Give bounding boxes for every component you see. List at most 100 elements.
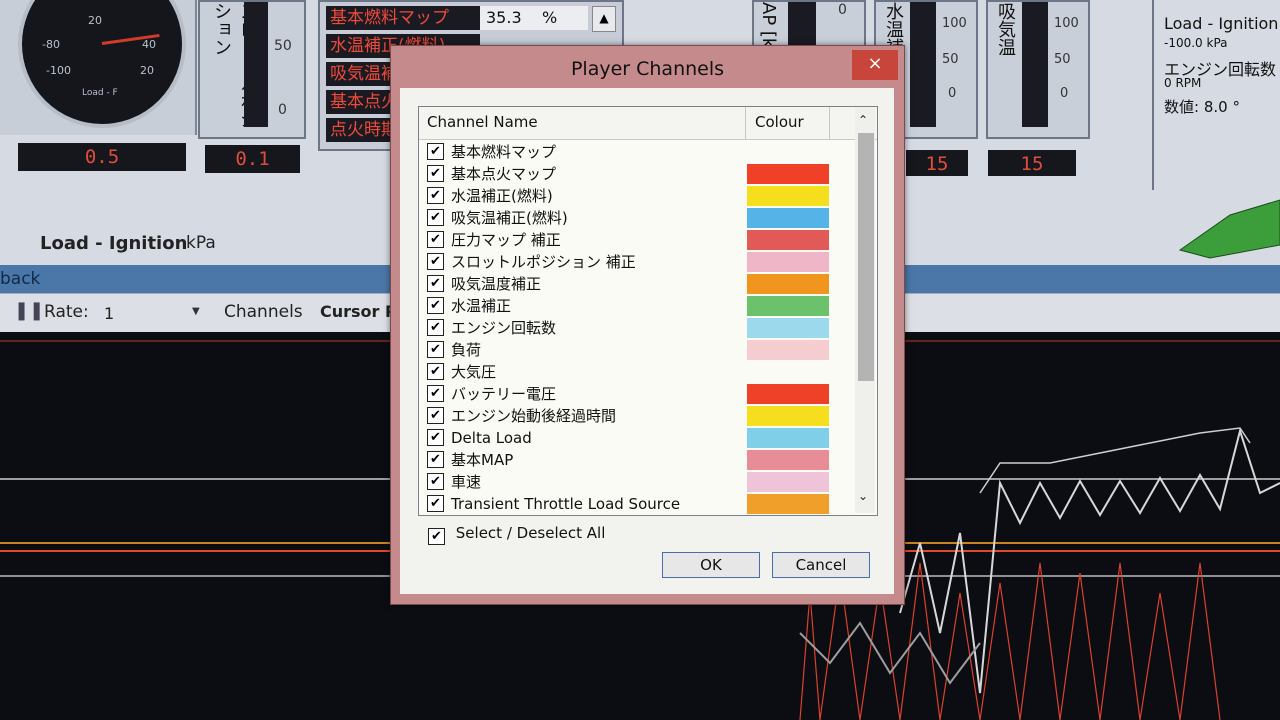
table-value-cell[interactable]: 35.3 % [480,6,588,30]
channel-checkbox[interactable]: ✔ [427,143,444,160]
channel-checkbox[interactable]: ✔ [427,341,444,358]
rate-select[interactable]: 1 ▼ [100,302,206,324]
player-channels-dialog: Player Channels × Channel Name Colour ✔ 基… [390,45,905,605]
checkbox[interactable]: ✔ [428,528,445,545]
channel-row[interactable]: ✔ エンジン始動後経過時間 [425,405,845,427]
colour-swatch[interactable] [747,296,829,316]
colour-swatch[interactable] [747,406,829,426]
channel-name: Delta Load [451,429,532,447]
intake-temp-readout: 15 [988,150,1076,176]
select-all-label: Select / Deselect All [455,524,606,542]
colour-swatch[interactable] [747,494,829,514]
channels-button[interactable]: Channels [224,302,303,322]
table-scroll-up[interactable]: ▲ [592,6,616,32]
3d-map-preview [1178,199,1280,259]
water-temp-bar [910,2,936,127]
channel-name: 吸気温度補正 [451,275,542,293]
channel-row[interactable]: ✔ 基本燃料マップ [425,141,845,163]
channel-row[interactable]: ✔ Transient Throttle Load Source [425,493,845,515]
close-icon[interactable]: × [852,50,898,80]
colour-swatch[interactable] [747,318,829,338]
cancel-button[interactable]: Cancel [772,552,870,578]
channel-name: 負荷 [451,341,482,359]
throttle-tick: 50 [274,38,292,54]
throttle-bar [244,2,268,127]
scroll-down-icon[interactable]: ⌄ [858,489,868,503]
channel-name: 基本MAP [451,451,514,469]
colour-swatch[interactable] [747,208,829,228]
colour-swatch[interactable] [747,252,829,272]
rate-label: Rate: [44,302,89,322]
channel-checkbox[interactable]: ✔ [427,187,444,204]
colour-swatch[interactable] [747,274,829,294]
channel-row[interactable]: ✔ 負荷 [425,339,845,361]
intake-temp-tick: 100 [1054,16,1079,31]
channel-checkbox[interactable]: ✔ [427,473,444,490]
channel-row[interactable]: ✔ 基本MAP [425,449,845,471]
channel-row[interactable]: ✔ Delta Load [425,427,845,449]
colour-swatch[interactable] [747,164,829,184]
channel-row[interactable]: ✔ 吸気温補正(燃料) [425,207,845,229]
channel-name: 基本点火マップ [451,165,557,183]
dialog-body: Channel Name Colour ✔ 基本燃料マップ ✔ 基本点火マップ ✔ 水温補… [400,88,894,594]
intake-temp-tick: 0 [1060,86,1069,101]
water-temp-tick: 0 [948,86,957,101]
channel-checkbox[interactable]: ✔ [427,253,444,270]
channel-row[interactable]: ✔ エンジン回転数 [425,317,845,339]
scroll-up-icon[interactable]: ⌃ [858,113,868,127]
channel-checkbox[interactable]: ✔ [427,165,444,182]
colour-swatch[interactable] [747,472,829,492]
channel-checkbox[interactable]: ✔ [427,297,444,314]
table-value: 35.3 [486,8,522,27]
header-colour[interactable]: Colour [755,113,804,131]
colour-swatch[interactable] [747,230,829,250]
channel-name: Transient Throttle Load Source [451,495,681,513]
channel-row[interactable]: ✔ 基本点火マップ [425,163,845,185]
colour-swatch[interactable] [747,450,829,470]
channel-name: スロットルポジション 補正 [451,253,636,271]
table-unit: % [542,8,558,27]
gauge-unit: Load - F [82,88,118,98]
colour-swatch[interactable] [747,384,829,404]
throttle-tick: 0 [278,102,287,118]
pause-icon[interactable]: ❚❚ [14,300,44,321]
channel-row[interactable]: ✔ 水温補正(燃料) [425,185,845,207]
gauge-tick: 40 [142,38,156,51]
channel-checkbox[interactable]: ✔ [427,407,444,424]
gauge-tick: 20 [140,64,154,77]
channel-checkbox[interactable]: ✔ [427,451,444,468]
channel-checkbox[interactable]: ✔ [427,385,444,402]
dialog-title: Player Channels [570,58,725,80]
header-channel-name[interactable]: Channel Name [427,113,538,131]
list-scrollbar[interactable]: ⌃ ⌄ [855,107,875,513]
colour-swatch[interactable] [747,186,829,206]
channel-checkbox[interactable]: ✔ [427,429,444,446]
channel-checkbox[interactable]: ✔ [427,319,444,336]
info-load-value: -100.0 kPa [1164,36,1228,50]
ok-button[interactable]: OK [662,552,760,578]
channel-row[interactable]: ✔ 吸気温度補正 [425,273,845,295]
info-rpm-value: 0 RPM [1164,76,1202,90]
intake-temp-label: 吸気温 [995,2,1016,56]
channel-name: エンジン始動後経過時間 [451,407,617,425]
gauge-tick: 20 [88,14,102,27]
table-row[interactable]: 基本燃料マップ [326,6,480,30]
channel-row[interactable]: ✔ 圧力マップ 補正 [425,229,845,251]
channel-name: 水温補正 [451,297,512,315]
channel-checkbox[interactable]: ✔ [427,363,444,380]
channel-checkbox[interactable]: ✔ [427,275,444,292]
channel-checkbox[interactable]: ✔ [427,209,444,226]
select-all-checkbox[interactable]: ✔ Select / Deselect All [428,524,606,545]
intake-temp-bar [1022,2,1048,127]
channel-name: 基本燃料マップ [451,143,557,161]
channel-row[interactable]: ✔ 水温補正 [425,295,845,317]
channel-checkbox[interactable]: ✔ [427,231,444,248]
channel-checkbox[interactable]: ✔ [427,495,444,512]
channel-row[interactable]: ✔ 車速 [425,471,845,493]
channel-row[interactable]: ✔ 大気圧 [425,361,845,383]
colour-swatch[interactable] [747,340,829,360]
scroll-thumb[interactable] [858,133,874,381]
channel-row[interactable]: ✔ スロットルポジション 補正 [425,251,845,273]
channel-row[interactable]: ✔ バッテリー電圧 [425,383,845,405]
colour-swatch[interactable] [747,428,829,448]
